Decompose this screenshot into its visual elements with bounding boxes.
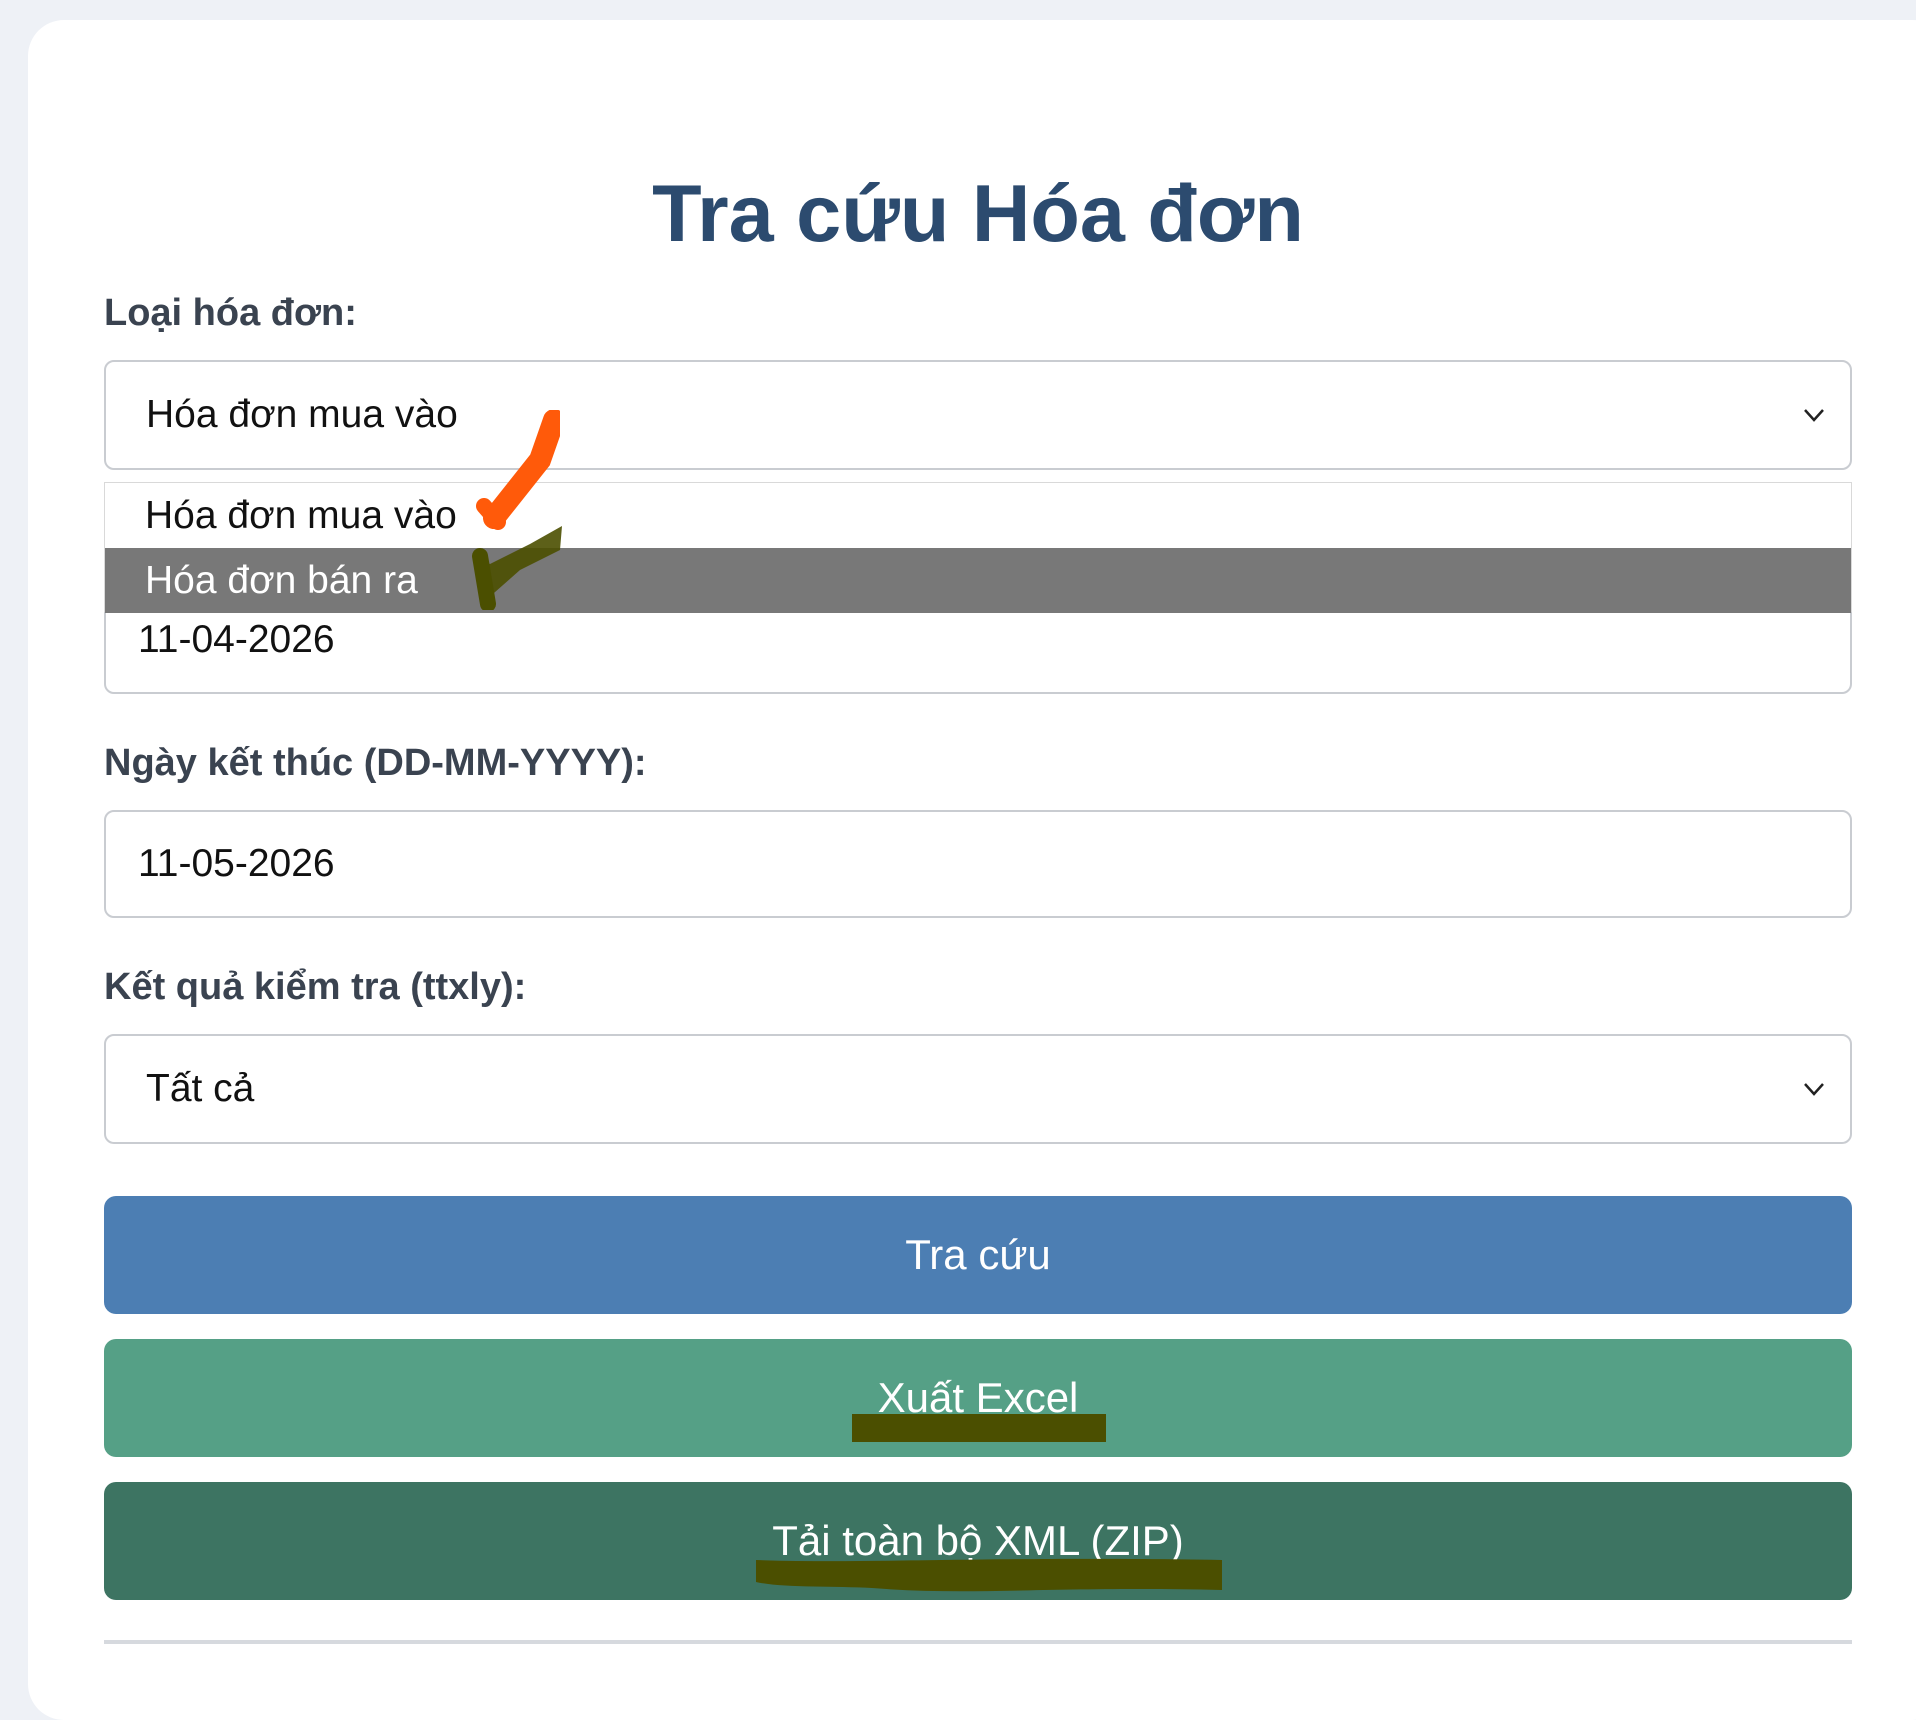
olive-underline-zip: [756, 1558, 1222, 1592]
check-result-select[interactable]: Tất cả: [104, 1034, 1852, 1144]
end-date-label: Ngày kết thúc (DD-MM-YYYY):: [104, 742, 647, 784]
invoice-type-selected-value: Hóa đơn mua vào: [146, 393, 458, 436]
check-result-label: Kết quả kiểm tra (ttxly):: [104, 966, 527, 1008]
invoice-type-label: Loại hóa đơn:: [104, 292, 357, 334]
olive-underline-excel: [852, 1414, 1106, 1442]
chevron-down-icon: [1804, 1083, 1824, 1096]
end-date-value: 11-05-2026: [138, 842, 335, 885]
divider: [104, 1640, 1852, 1644]
invoice-type-dropdown-list: Hóa đơn mua vào Hóa đơn bán ra: [104, 482, 1852, 613]
start-date-value: 11-04-2026: [138, 618, 335, 661]
olive-check-mark: [472, 526, 562, 610]
search-button[interactable]: Tra cứu: [104, 1196, 1852, 1314]
dropdown-option-sales[interactable]: Hóa đơn bán ra: [105, 548, 1851, 613]
dropdown-option-purchase[interactable]: Hóa đơn mua vào: [105, 483, 1851, 548]
page-title: Tra cứu Hóa đơn: [652, 169, 1304, 259]
invoice-type-select[interactable]: Hóa đơn mua vào: [104, 360, 1852, 470]
check-result-selected-value: Tất cả: [146, 1067, 255, 1110]
end-date-input[interactable]: 11-05-2026: [104, 810, 1852, 918]
chevron-down-icon: [1804, 409, 1824, 422]
